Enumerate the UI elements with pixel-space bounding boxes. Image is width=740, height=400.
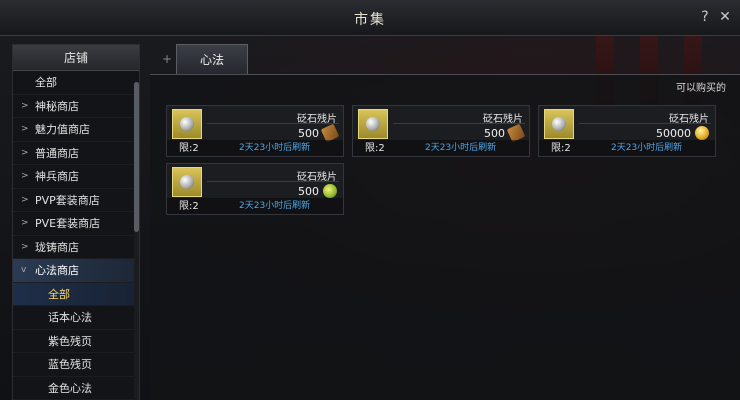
item-price: 50000 <box>656 127 691 140</box>
stone-icon <box>180 117 194 131</box>
purchase-limit: 限:2 <box>179 143 199 154</box>
item-icon <box>172 109 202 139</box>
chevron-right-icon: > <box>21 100 29 111</box>
scrollbar-thumb[interactable] <box>134 82 139 232</box>
sidebar-item-label: PVP套装商店 <box>35 193 100 207</box>
sidebar-subitem-label: 金色心法 <box>48 381 92 395</box>
refresh-timer: 2天23小时后刷新 <box>611 143 683 153</box>
item-price: 500 <box>484 127 505 140</box>
divider <box>393 123 525 124</box>
sidebar-subitem-blue[interactable]: 蓝色残页 <box>13 353 139 377</box>
sidebar-item-longzhu-shop[interactable]: > 珑铸商店 <box>13 236 139 259</box>
chevron-right-icon: > <box>21 147 29 158</box>
sidebar-item-label: 心法商店 <box>35 264 79 277</box>
sidebar-item-weapon-shop[interactable]: > 神兵商店 <box>13 165 139 189</box>
sidebar-subitem-label: 全部 <box>48 287 70 301</box>
refresh-timer: 2天23小时后刷新 <box>425 143 497 153</box>
help-button[interactable]: ? <box>696 8 714 26</box>
sidebar-item-label: 神秘商店 <box>35 99 79 113</box>
sidebar-item-label: 珑铸商店 <box>35 240 79 254</box>
item-card[interactable]: 砭石残片 500 限:2 2天23小时后刷新 <box>166 163 344 215</box>
sidebar-subitem-label: 蓝色残页 <box>48 358 92 371</box>
gold-coin-icon <box>695 126 709 140</box>
sidebar-subitem-gold[interactable]: 金色心法 <box>13 377 139 400</box>
chevron-down-icon: v <box>21 265 27 275</box>
chevron-right-icon: > <box>21 241 29 252</box>
sidebar-item-label: 神兵商店 <box>35 170 79 183</box>
chevron-right-icon: > <box>21 124 29 134</box>
divider <box>207 181 339 182</box>
sidebar-header: 店铺 <box>13 45 139 71</box>
item-card[interactable]: 砭石残片 50000 限:2 2天23小时后刷新 <box>538 105 716 157</box>
sidebar-subitem-purple[interactable]: 紫色残页 <box>13 330 139 353</box>
sidebar-item-label: 全部 <box>35 76 57 89</box>
sidebar-item-xinfa-shop[interactable]: v 心法商店 <box>13 259 139 283</box>
item-icon <box>172 167 202 197</box>
refresh-timer: 2天23小时后刷新 <box>239 201 311 211</box>
sidebar-item-all[interactable]: 全部 <box>13 71 139 95</box>
window-title: 市集 <box>354 12 386 28</box>
add-tab-button[interactable]: + <box>162 52 172 66</box>
sidebar-item-label: PVE套装商店 <box>35 217 101 230</box>
item-price: 500 <box>298 185 319 198</box>
stone-icon <box>180 175 194 189</box>
chevron-right-icon: > <box>21 194 29 205</box>
title-bar: 市集 ? ✕ <box>0 0 740 36</box>
sidebar-subitem-huaben[interactable]: 话本心法 <box>13 306 139 330</box>
item-price: 500 <box>298 127 319 140</box>
sidebar-item-charm-shop[interactable]: > 魅力值商店 <box>13 118 139 142</box>
item-icon <box>358 109 388 139</box>
sidebar-item-pvp-shop[interactable]: > PVP套装商店 <box>13 189 139 212</box>
sidebar-scrollbar[interactable] <box>134 82 139 400</box>
sidebar-item-normal-shop[interactable]: > 普通商店 <box>13 142 139 165</box>
chevron-right-icon: > <box>21 218 29 228</box>
sidebar-item-mystery-shop[interactable]: > 神秘商店 <box>13 95 139 118</box>
tab-xinfa[interactable]: 心法 <box>176 44 248 74</box>
item-card[interactable]: 砭石残片 500 限:2 2天23小时后刷新 <box>352 105 530 157</box>
sidebar-subitem-label: 话本心法 <box>48 311 92 324</box>
sidebar-item-label: 普通商店 <box>35 146 79 160</box>
close-button[interactable]: ✕ <box>716 8 734 26</box>
item-grid: 可以购买的 砭石残片 500 限:2 2天23小时后刷新 砭石残片 500 限:… <box>150 74 740 400</box>
purchase-limit: 限:2 <box>551 143 571 154</box>
leaf-currency-icon <box>323 184 337 198</box>
shop-sidebar: 店铺 全部 > 神秘商店 > 魅力值商店 > 普通商店 > 神兵商店 > PVP… <box>12 44 140 400</box>
purchase-limit: 限:2 <box>179 201 199 212</box>
purchasable-filter[interactable]: 可以购买的 <box>676 79 726 94</box>
sidebar-item-pve-shop[interactable]: > PVE套装商店 <box>13 212 139 236</box>
sidebar-item-label: 魅力值商店 <box>35 123 90 136</box>
divider <box>579 123 711 124</box>
item-icon <box>544 109 574 139</box>
divider <box>207 123 339 124</box>
refresh-timer: 2天23小时后刷新 <box>239 143 311 153</box>
sidebar-subitem-label: 紫色残页 <box>48 334 92 348</box>
item-card[interactable]: 砭石残片 500 限:2 2天23小时后刷新 <box>166 105 344 157</box>
chevron-right-icon: > <box>21 171 29 181</box>
stone-icon <box>366 117 380 131</box>
sidebar-subitem-all[interactable]: 全部 <box>13 282 139 306</box>
stone-icon <box>552 117 566 131</box>
purchase-limit: 限:2 <box>365 143 385 154</box>
